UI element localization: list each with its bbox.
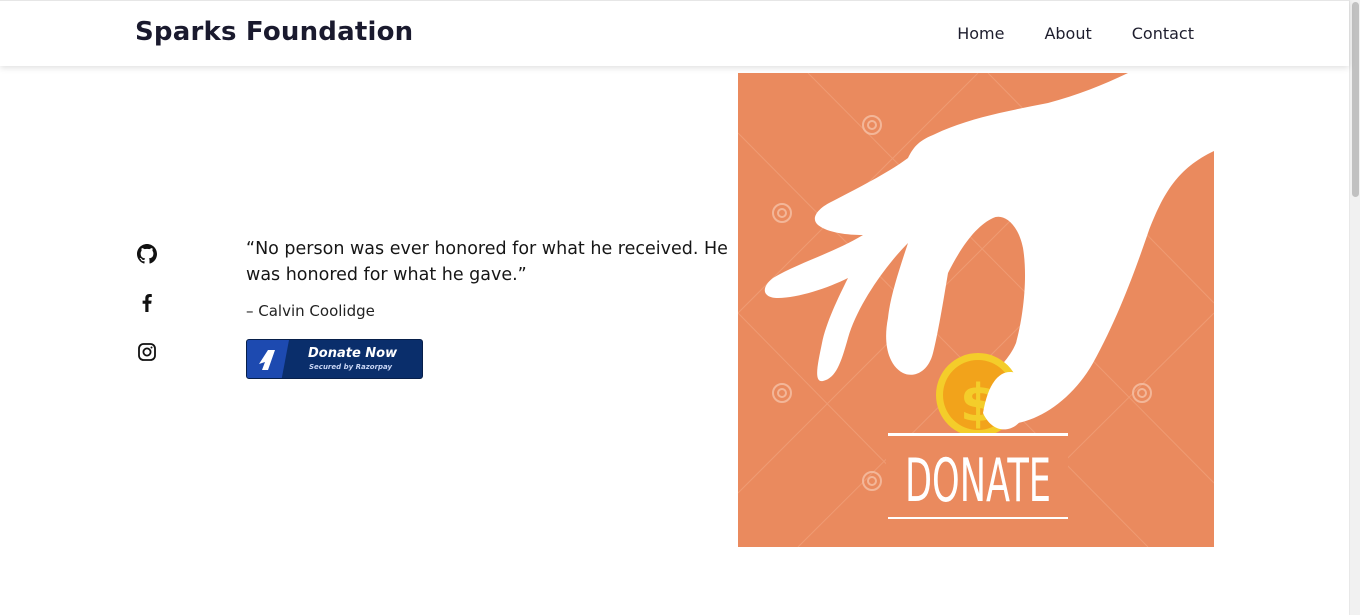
nav-links: Home About Contact: [917, 24, 1194, 43]
brand-title[interactable]: Sparks Foundation: [135, 17, 413, 47]
quote-text: “No person was ever honored for what he …: [246, 239, 728, 285]
nav-about[interactable]: About: [1044, 24, 1091, 43]
donate-now-label: Donate Now: [308, 346, 398, 361]
donate-secured-label: Secured by Razorpay: [309, 363, 393, 371]
scrollbar-thumb[interactable]: [1352, 2, 1359, 197]
navbar: Sparks Foundation Home About Contact: [0, 0, 1349, 66]
social-links: [136, 243, 158, 390]
facebook-icon[interactable]: [136, 292, 158, 314]
quote-author: – Calvin Coolidge: [246, 302, 375, 320]
nav-contact[interactable]: Contact: [1132, 24, 1194, 43]
razorpay-icon: [259, 350, 275, 370]
github-icon[interactable]: [136, 243, 158, 265]
donate-now-button[interactable]: Donate Now Secured by Razorpay: [246, 339, 423, 379]
donate-hero-image: $ DONATE: [738, 73, 1214, 547]
instagram-icon[interactable]: [136, 341, 158, 363]
page-scrollbar[interactable]: [1349, 0, 1360, 615]
hero-donate-text: DONATE: [905, 446, 1051, 516]
nav-home[interactable]: Home: [957, 24, 1004, 43]
